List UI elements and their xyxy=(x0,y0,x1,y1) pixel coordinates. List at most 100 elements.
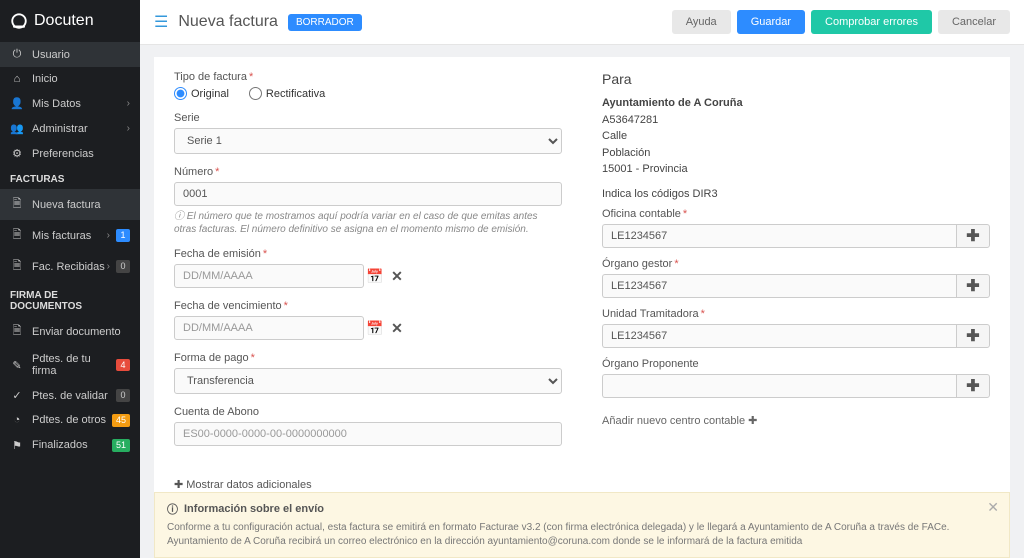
sidebar-item-ptes-validar[interactable]: ✓Ptes. de validar0 xyxy=(0,383,140,408)
required-mark: * xyxy=(251,352,255,364)
gear-icon: ⚙ xyxy=(10,147,24,160)
save-button[interactable]: Guardar xyxy=(737,10,805,34)
add-icon[interactable]: ✚ xyxy=(956,374,990,398)
abono-input[interactable] xyxy=(174,422,562,446)
radio-original[interactable]: Original xyxy=(174,87,229,100)
sidebar-item-finalizados[interactable]: ⚑Finalizados51 xyxy=(0,433,140,458)
clear-icon[interactable]: ✕ xyxy=(386,264,408,288)
brand-icon xyxy=(10,12,28,30)
sidebar-item-usuario[interactable]: ⏻ Usuario xyxy=(0,42,140,67)
required-mark: * xyxy=(701,308,705,320)
radio-label: Original xyxy=(191,88,229,100)
nav-label: Usuario xyxy=(32,49,130,61)
emision-input[interactable] xyxy=(174,264,364,288)
power-icon: ⏻ xyxy=(10,48,24,61)
radio-label: Rectificativa xyxy=(266,88,325,100)
para-title: Para xyxy=(602,71,990,87)
field-pago: Forma de pago* Transferencia xyxy=(174,352,562,394)
info-icon: ⓘ xyxy=(174,211,184,222)
users-icon: 👥 xyxy=(10,122,24,135)
main: ☰ Nueva factura BORRADOR Ayuda Guardar C… xyxy=(140,0,1024,558)
calendar-icon[interactable]: 📅 xyxy=(364,264,386,288)
nav-label: Pdtes. de otros xyxy=(32,414,112,426)
sidebar-item-pdtes-firma[interactable]: ✎ Pdtes. de tu firma4 xyxy=(0,347,140,383)
home-icon: ⌂ xyxy=(10,73,24,85)
info-icon: ⓘ xyxy=(167,501,178,517)
field-emision: Fecha de emisión* 📅 ✕ xyxy=(174,248,562,288)
sidebar-item-fac-recibidas[interactable]: 🗎Fac. Recibidas›0 xyxy=(0,251,140,282)
close-icon[interactable]: ✕ xyxy=(987,499,999,516)
label-text: Fecha de vencimiento xyxy=(174,300,282,312)
field-unidad: Unidad Tramitadora* ✚ xyxy=(602,308,990,348)
clear-icon[interactable]: ✕ xyxy=(386,316,408,340)
pencil-icon: ✎ xyxy=(10,359,24,372)
chevron-right-icon: › xyxy=(107,230,110,241)
field-label: Fecha de emisión* xyxy=(174,248,562,260)
nav-label: Mis Datos xyxy=(32,98,127,110)
dir3-heading: Indica los códigos DIR3 xyxy=(602,188,990,200)
sidebar-item-inicio[interactable]: ⌂Inicio xyxy=(0,67,140,91)
para-street: Calle xyxy=(602,128,990,145)
para-name: Ayuntamiento de A Coruña xyxy=(602,95,990,112)
sidebar-item-preferencias[interactable]: ⚙Preferencias xyxy=(0,141,140,166)
nav-heading-facturas: FACTURAS xyxy=(0,166,140,189)
field-oficina: Oficina contable* ✚ xyxy=(602,208,990,248)
serie-select[interactable]: Serie 1 xyxy=(174,128,562,154)
radio-rectificativa[interactable]: Rectificativa xyxy=(249,87,325,100)
unidad-input[interactable] xyxy=(602,324,956,348)
oficina-input[interactable] xyxy=(602,224,956,248)
nav-label: Pdtes. de tu firma xyxy=(32,353,116,377)
organo-input[interactable] xyxy=(602,274,956,298)
menu-toggle-icon[interactable]: ☰ xyxy=(154,12,168,32)
radio-input-original[interactable] xyxy=(174,87,187,100)
sidebar-item-administrar[interactable]: 👥Administrar› xyxy=(0,116,140,141)
nav-label: Fac. Recibidas xyxy=(32,261,107,273)
badge: 0 xyxy=(116,260,130,273)
field-label: Fecha de vencimiento* xyxy=(174,300,562,312)
help-button[interactable]: Ayuda xyxy=(672,10,731,34)
field-numero: Número* ⓘ El número que te mostramos aqu… xyxy=(174,166,562,236)
sidebar-item-pdtes-otros[interactable]: ◔Pdtes. de otros45 xyxy=(0,408,140,433)
sidebar-item-mis-facturas[interactable]: 🗎Mis facturas›1 xyxy=(0,220,140,251)
nav-label: Enviar documento xyxy=(32,326,130,338)
topbar: ☰ Nueva factura BORRADOR Ayuda Guardar C… xyxy=(140,0,1024,45)
add-icon[interactable]: ✚ xyxy=(956,224,990,248)
nav-heading-firma: FIRMA DE DOCUMENTOS xyxy=(0,282,140,316)
field-abono: Cuenta de Abono xyxy=(174,406,562,446)
vencimiento-input[interactable] xyxy=(174,316,364,340)
brand: Docuten xyxy=(0,4,140,42)
badge: 0 xyxy=(116,389,130,402)
info-title-text: Información sobre el envío xyxy=(184,503,324,515)
add-icon[interactable]: ✚ xyxy=(956,274,990,298)
field-label: Cuenta de Abono xyxy=(174,406,562,418)
label-text: Número xyxy=(174,166,213,178)
cancel-button[interactable]: Cancelar xyxy=(938,10,1010,34)
add-centro-link[interactable]: Añadir nuevo centro contable ✚ xyxy=(602,414,757,427)
required-mark: * xyxy=(249,71,253,83)
label-text: Órgano Proponente xyxy=(602,358,699,370)
content: Tipo de factura* Original Rectificativa … xyxy=(140,45,1024,558)
numero-input[interactable] xyxy=(174,182,562,206)
field-label: Unidad Tramitadora* xyxy=(602,308,990,320)
sidebar-item-enviar-documento[interactable]: 🗎Enviar documento xyxy=(0,316,140,347)
sidebar-item-mis-datos[interactable]: 👤Mis Datos› xyxy=(0,91,140,116)
required-mark: * xyxy=(683,208,687,220)
para-block: Ayuntamiento de A Coruña A53647281 Calle… xyxy=(602,95,990,178)
calendar-icon[interactable]: 📅 xyxy=(364,316,386,340)
nav-facturas: 🗎Nueva factura 🗎Mis facturas›1 🗎Fac. Rec… xyxy=(0,189,140,282)
check-errors-button[interactable]: Comprobar errores xyxy=(811,10,932,34)
proponente-input[interactable] xyxy=(602,374,956,398)
brand-text: Docuten xyxy=(34,12,94,30)
sidebar-item-nueva-factura[interactable]: 🗎Nueva factura xyxy=(0,189,140,220)
add-icon[interactable]: ✚ xyxy=(956,324,990,348)
radio-input-rectificativa[interactable] xyxy=(249,87,262,100)
nav-label: Ptes. de validar xyxy=(32,390,116,402)
para-nif: A53647281 xyxy=(602,112,990,129)
document-icon: 🗎 xyxy=(10,195,24,214)
badge: 4 xyxy=(116,359,130,372)
label-text: Tipo de factura xyxy=(174,71,247,83)
field-label: Oficina contable* xyxy=(602,208,990,220)
field-label: Órgano gestor* xyxy=(602,258,990,270)
show-additional-toggle[interactable]: ✚ Mostrar datos adicionales xyxy=(174,478,990,491)
pago-select[interactable]: Transferencia xyxy=(174,368,562,394)
